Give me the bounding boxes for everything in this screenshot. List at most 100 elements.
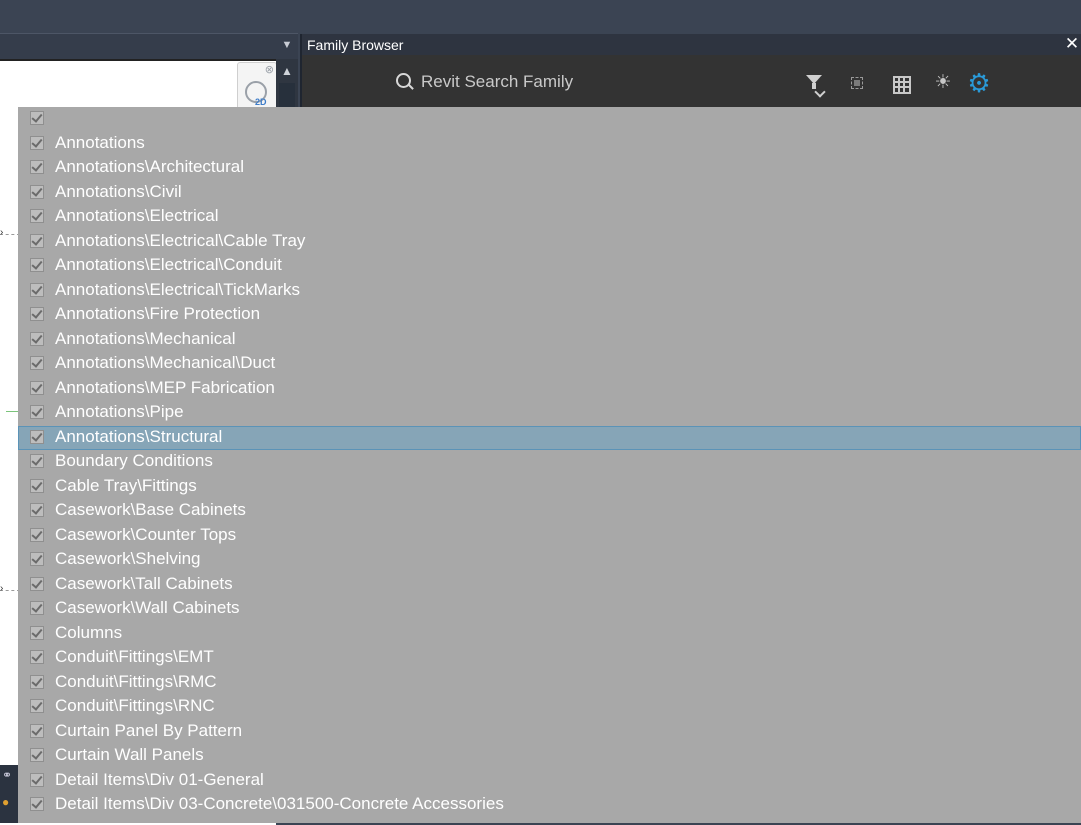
checkbox[interactable] — [30, 723, 44, 738]
list-item[interactable]: Columns — [18, 622, 1081, 646]
checkbox[interactable] — [30, 184, 44, 199]
list-item[interactable]: Annotations\Civil — [18, 181, 1081, 205]
checkbox[interactable] — [30, 209, 44, 223]
checkbox[interactable] — [30, 527, 44, 542]
list-item-label: Curtain Panel By Pattern — [55, 720, 243, 740]
view-cube[interactable]: ⊗ 2D — [237, 62, 277, 110]
checkbox[interactable] — [30, 478, 44, 493]
checkbox[interactable] — [30, 552, 44, 566]
checkbox[interactable] — [30, 111, 44, 125]
checkbox[interactable] — [30, 405, 44, 419]
checkbox[interactable] — [30, 576, 44, 591]
list-item[interactable]: Annotations\Pipe — [18, 401, 1081, 425]
list-item-label: Cable Tray\Fittings — [55, 475, 197, 495]
list-item[interactable]: Annotations\Architectural — [18, 156, 1081, 180]
viewcube-close-icon[interactable]: ⊗ — [265, 63, 274, 76]
scroll-up-icon[interactable]: ▲ — [276, 61, 298, 81]
list-item[interactable]: Detail Items\Div 01-General — [18, 769, 1081, 793]
panel-menu-icon[interactable]: ▼ — [280, 38, 294, 52]
list-item[interactable]: Cable Tray\Fittings — [18, 475, 1081, 499]
list-item[interactable] — [18, 107, 1081, 131]
checkbox[interactable] — [30, 282, 44, 297]
list-item[interactable]: Annotations\Mechanical — [18, 328, 1081, 352]
checkbox[interactable] — [30, 772, 44, 787]
list-item[interactable]: Boundary Conditions — [18, 450, 1081, 474]
link-icon[interactable]: ⚭ — [2, 768, 12, 782]
list-item[interactable]: Annotations\Electrical\Conduit — [18, 254, 1081, 278]
list-item[interactable]: Casework\Counter Tops — [18, 524, 1081, 548]
canvas-green-line — [6, 411, 18, 412]
list-item[interactable]: Annotations\MEP Fabrication — [18, 377, 1081, 401]
list-item[interactable]: Conduit\Fittings\EMT — [18, 646, 1081, 670]
settings-button[interactable]: ⚙ — [965, 69, 993, 97]
list-item-label: Boundary Conditions — [55, 451, 213, 470]
canvas-arrow-icon: › — [0, 583, 4, 594]
grid-view-button[interactable] — [886, 69, 914, 97]
checkbox[interactable] — [30, 503, 44, 517]
list-item-label: Columns — [55, 622, 123, 642]
list-item[interactable]: Casework\Shelving — [18, 548, 1081, 572]
list-item[interactable]: Annotations — [18, 132, 1081, 156]
select-button[interactable] — [843, 69, 871, 97]
list-item-label: Detail Items\Div 01-General — [55, 769, 264, 789]
checkbox[interactable] — [30, 160, 44, 174]
list-item-label: Annotations\Structural — [55, 426, 223, 446]
list-item-label: Annotations\Architectural — [55, 157, 244, 176]
list-item[interactable]: Annotations\Electrical — [18, 205, 1081, 229]
view-header: ▼ — [0, 33, 298, 60]
list-item[interactable]: Casework\Tall Cabinets — [18, 573, 1081, 597]
checkbox[interactable] — [30, 625, 44, 640]
list-item[interactable]: Curtain Wall Panels — [18, 744, 1081, 768]
gear-icon: ⚙ — [967, 68, 991, 98]
checkbox[interactable] — [30, 380, 44, 395]
list-item[interactable]: Curtain Panel By Pattern — [18, 720, 1081, 744]
checkbox[interactable] — [30, 748, 44, 762]
checkbox[interactable] — [30, 233, 44, 248]
checkbox[interactable] — [30, 429, 44, 444]
checkbox[interactable] — [30, 797, 44, 811]
list-item-label: Annotations\MEP Fabrication — [55, 377, 275, 397]
close-icon[interactable]: ✕ — [1063, 34, 1081, 54]
list-item-label: Curtain Wall Panels — [55, 745, 204, 764]
checkbox[interactable] — [30, 674, 44, 689]
list-item-label: Annotations\Fire Protection — [55, 304, 261, 323]
select-icon-inner — [854, 80, 860, 86]
checkbox[interactable] — [30, 258, 44, 272]
list-item[interactable]: Detail Items\Div 03-Concrete\031500-Conc… — [18, 793, 1081, 817]
list-item[interactable]: Annotations\Fire Protection — [18, 303, 1081, 327]
list-item[interactable]: Conduit\Fittings\RNC — [18, 695, 1081, 719]
search-input[interactable]: Revit Search Family — [421, 72, 573, 92]
checkbox[interactable] — [30, 454, 44, 468]
checkbox[interactable] — [30, 601, 44, 615]
list-item-label: Annotations\Pipe — [55, 402, 184, 421]
search-box[interactable]: Revit Search Family — [394, 69, 694, 95]
list-item[interactable]: Annotations\Electrical\Cable Tray — [18, 230, 1081, 254]
list-item-label: Casework\Counter Tops — [55, 524, 237, 544]
list-item[interactable]: Annotations\Structural — [18, 425, 1081, 450]
list-item[interactable]: Annotations\Electrical\TickMarks — [18, 279, 1081, 303]
list-item-label: Annotations\Electrical\TickMarks — [55, 279, 301, 299]
filter-button[interactable] — [800, 69, 828, 98]
list-item[interactable]: Annotations\Mechanical\Duct — [18, 352, 1081, 376]
list-item[interactable]: Conduit\Fittings\RMC — [18, 671, 1081, 695]
list-item[interactable]: Casework\Wall Cabinets — [18, 597, 1081, 621]
theme-icon: ☀ — [934, 72, 952, 93]
list-item[interactable]: Casework\Base Cabinets — [18, 499, 1081, 523]
checkbox[interactable] — [30, 307, 44, 321]
category-filter-dropdown[interactable]: Annotations Annotations\Architectural Anno… — [18, 107, 1081, 823]
list-item-label: Conduit\Fittings\RMC — [55, 671, 217, 691]
list-item-label: Casework\Tall Cabinets — [55, 573, 233, 593]
filter-icon-stem — [812, 83, 816, 89]
list-item-label: Detail Items\Div 03-Concrete\031500-Conc… — [55, 794, 504, 813]
checkbox[interactable] — [30, 699, 44, 713]
list-item-label: Annotations\Electrical — [55, 206, 219, 225]
family-browser-title-bar: Family Browser ✕ — [300, 34, 1081, 55]
theme-toggle-button[interactable]: ☀ — [929, 69, 957, 97]
checkbox[interactable] — [30, 650, 44, 664]
app-title-bar — [0, 0, 1081, 33]
worksets-icon[interactable]: ● — [2, 795, 9, 809]
checkbox[interactable] — [30, 331, 44, 346]
status-strip: ⚭ ● — [0, 765, 18, 823]
checkbox[interactable] — [30, 356, 44, 370]
checkbox[interactable] — [30, 135, 44, 150]
